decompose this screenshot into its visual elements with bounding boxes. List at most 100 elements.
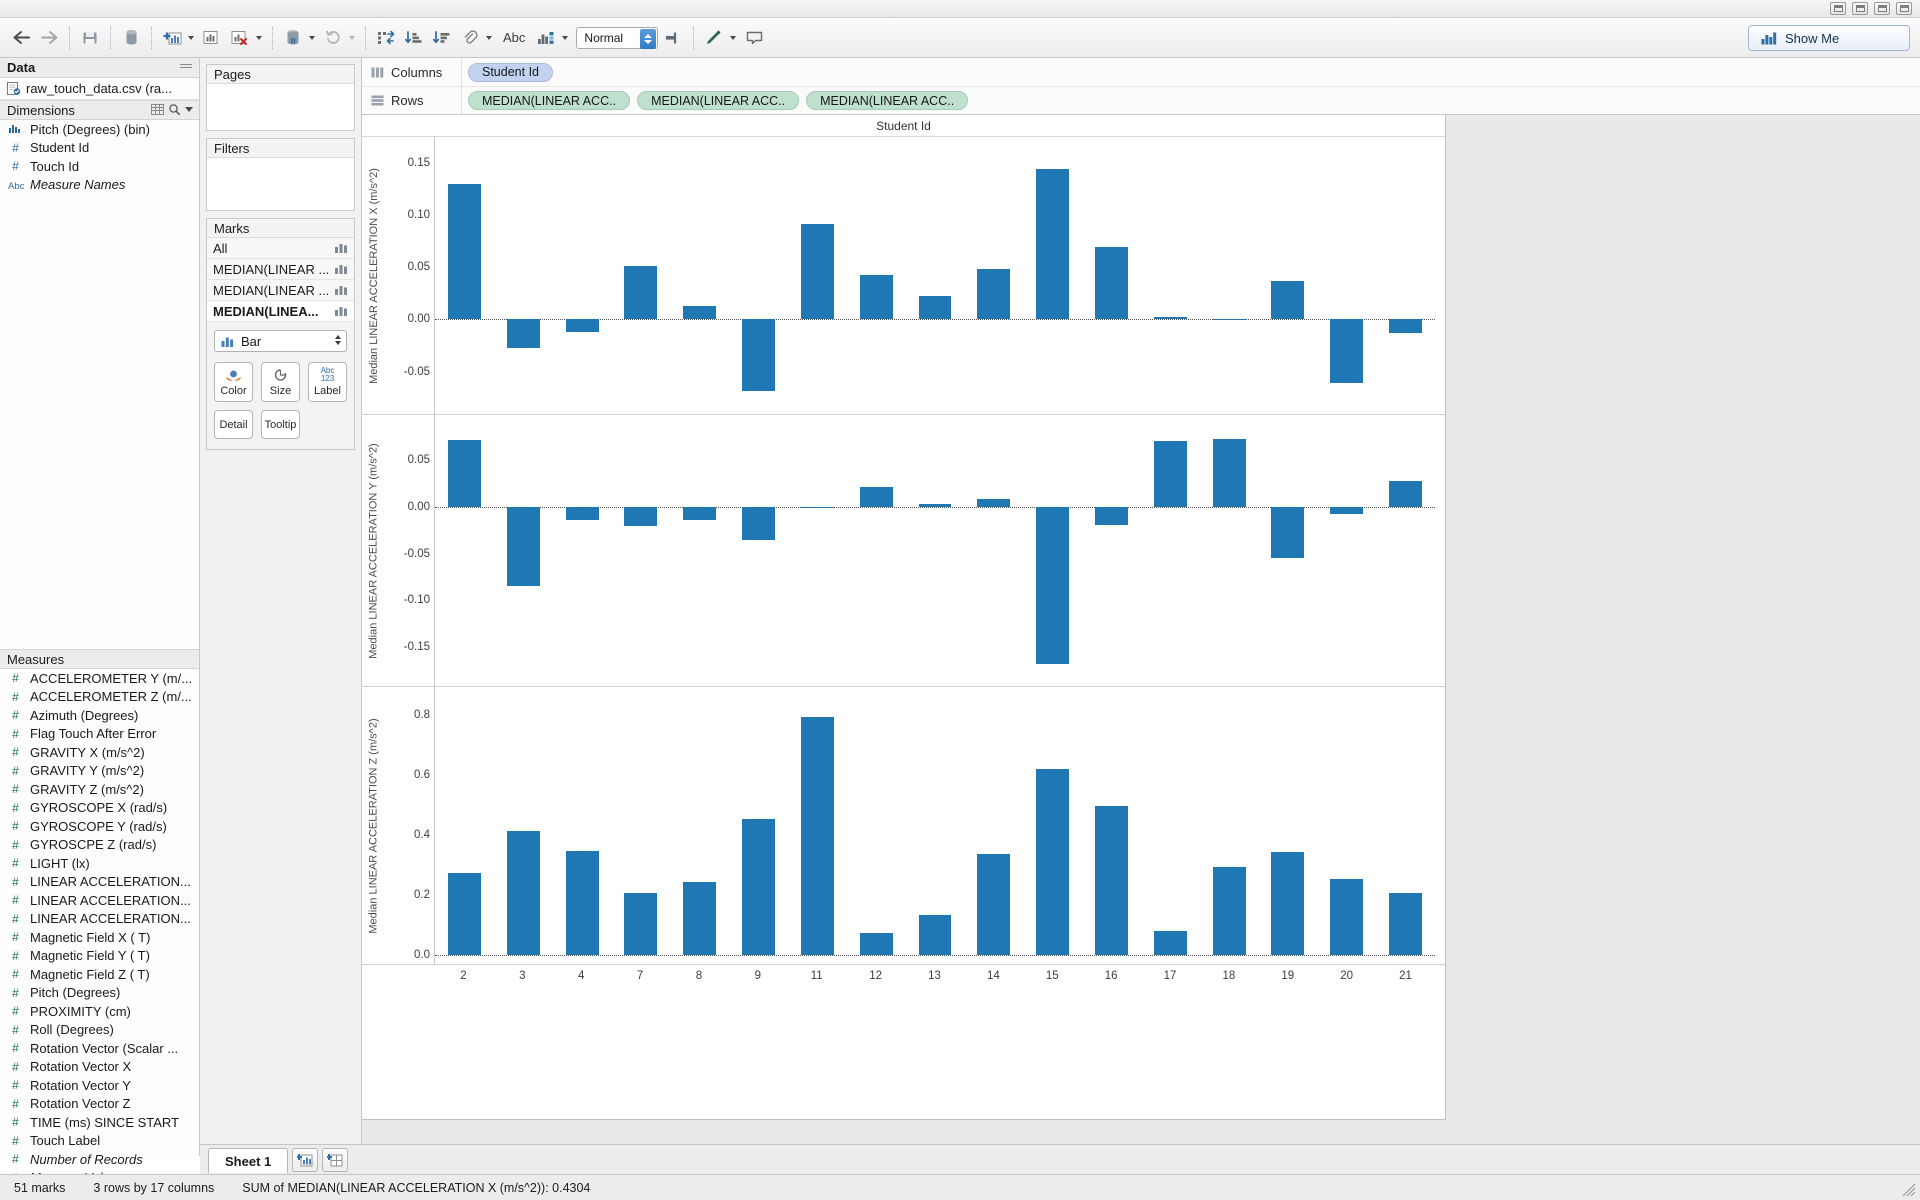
- bar-mark[interactable]: [1154, 441, 1187, 507]
- bar-mark[interactable]: [1036, 169, 1069, 319]
- visualization-canvas[interactable]: Student Id Median LINEAR ACCELERATION X …: [362, 115, 1446, 1120]
- measure-item[interactable]: #GYROSCPE Z (rad/s): [0, 836, 199, 855]
- dimension-item[interactable]: #Student Id: [0, 139, 199, 158]
- bar-mark[interactable]: [1271, 507, 1304, 557]
- measure-item[interactable]: #Rotation Vector X: [0, 1058, 199, 1077]
- size-button[interactable]: Size: [261, 362, 300, 402]
- new-worksheet-button[interactable]: [292, 1148, 318, 1172]
- highlight-icon[interactable]: [701, 25, 727, 51]
- fit-select[interactable]: Normal: [576, 27, 658, 49]
- clear-sheet-dropdown-icon[interactable]: [256, 36, 262, 40]
- new-dashboard-button[interactable]: [322, 1148, 348, 1172]
- measure-item[interactable]: #PROXIMITY (cm): [0, 1002, 199, 1021]
- bar-mark[interactable]: [566, 319, 599, 332]
- measure-item[interactable]: #Touch Label: [0, 1132, 199, 1151]
- bar-mark[interactable]: [448, 873, 481, 956]
- bar-mark[interactable]: [1036, 769, 1069, 955]
- rows-pill[interactable]: MEDIAN(LINEAR ACC..: [637, 91, 799, 110]
- measure-item[interactable]: #Rotation Vector (Scalar ...: [0, 1039, 199, 1058]
- dimension-item[interactable]: Pitch (Degrees) (bin): [0, 120, 199, 139]
- restore-icon[interactable]: [1830, 2, 1846, 15]
- sort-descending-icon[interactable]: [429, 25, 455, 51]
- bar-mark[interactable]: [683, 306, 716, 320]
- measure-item[interactable]: #GYROSCOPE X (rad/s): [0, 799, 199, 818]
- show-cards-icon[interactable]: [741, 25, 767, 51]
- duplicate-sheet-icon[interactable]: [199, 25, 225, 51]
- marks-row[interactable]: MEDIAN(LINEAR ...: [207, 280, 354, 301]
- measure-item[interactable]: #GYROSCOPE Y (rad/s): [0, 817, 199, 836]
- measure-item[interactable]: #Magnetic Field X ( T): [0, 928, 199, 947]
- bar-mark[interactable]: [1389, 481, 1422, 507]
- marks-row[interactable]: All: [207, 238, 354, 259]
- bar-mark[interactable]: [1271, 852, 1304, 955]
- bar-mark[interactable]: [1095, 507, 1128, 525]
- presentation-mode-icon[interactable]: [533, 25, 559, 51]
- detail-button[interactable]: Detail: [214, 410, 253, 439]
- rows-pill[interactable]: MEDIAN(LINEAR ACC..: [806, 91, 968, 110]
- bar-mark[interactable]: [977, 499, 1010, 507]
- pause-updates-dropdown-icon[interactable]: [309, 36, 315, 40]
- tooltip-button[interactable]: Tooltip: [261, 410, 300, 439]
- new-worksheet-icon[interactable]: [159, 25, 185, 51]
- bar-mark[interactable]: [860, 487, 893, 508]
- measure-item[interactable]: #LINEAR ACCELERATION...: [0, 910, 199, 929]
- measure-item[interactable]: #GRAVITY Z (m/s^2): [0, 780, 199, 799]
- forward-arrow-icon[interactable]: [36, 25, 62, 51]
- rows-pill[interactable]: MEDIAN(LINEAR ACC..: [468, 91, 630, 110]
- bar-mark[interactable]: [1271, 281, 1304, 320]
- measure-item[interactable]: #Magnetic Field Z ( T): [0, 965, 199, 984]
- bar-mark[interactable]: [448, 440, 481, 507]
- bar-mark[interactable]: [742, 507, 775, 540]
- bar-mark[interactable]: [507, 507, 540, 586]
- datasource-item[interactable]: raw_touch_data.csv (ra...: [0, 78, 199, 100]
- minimize-icon[interactable]: [1852, 2, 1868, 15]
- measure-item[interactable]: #Flag Touch After Error: [0, 725, 199, 744]
- columns-pill[interactable]: Student Id: [468, 63, 553, 82]
- show-mark-labels-button[interactable]: Abc: [497, 30, 531, 45]
- bar-mark[interactable]: [1389, 893, 1422, 955]
- measure-item[interactable]: #TIME (ms) SINCE START: [0, 1113, 199, 1132]
- connect-data-icon[interactable]: [118, 25, 144, 51]
- measure-item[interactable]: #Rotation Vector Y: [0, 1076, 199, 1095]
- bar-mark[interactable]: [801, 507, 834, 508]
- bar-mark[interactable]: [919, 296, 952, 319]
- refresh-dropdown-icon[interactable]: [349, 36, 355, 40]
- measure-item[interactable]: #LINEAR ACCELERATION...: [0, 891, 199, 910]
- bar-mark[interactable]: [566, 851, 599, 955]
- bar-mark[interactable]: [683, 882, 716, 956]
- bar-mark[interactable]: [1095, 247, 1128, 319]
- new-worksheet-dropdown-icon[interactable]: [188, 36, 194, 40]
- pages-dropzone[interactable]: [207, 84, 354, 130]
- swap-rows-cols-icon[interactable]: [373, 25, 399, 51]
- plot-area[interactable]: [434, 137, 1435, 414]
- rows-dropzone[interactable]: MEDIAN(LINEAR ACC.. MEDIAN(LINEAR ACC.. ME…: [462, 87, 1920, 114]
- fit-select-spinner-icon[interactable]: [640, 29, 656, 49]
- bar-mark[interactable]: [977, 269, 1010, 319]
- bar-mark[interactable]: [1213, 319, 1246, 320]
- bar-mark[interactable]: [683, 507, 716, 520]
- bar-mark[interactable]: [507, 831, 540, 955]
- bar-mark[interactable]: [1213, 439, 1246, 507]
- bar-mark[interactable]: [1330, 507, 1363, 514]
- measure-item[interactable]: #LINEAR ACCELERATION...: [0, 873, 199, 892]
- dimension-item[interactable]: #Touch Id: [0, 157, 199, 176]
- columns-dropzone[interactable]: Student Id: [462, 58, 1920, 86]
- color-button[interactable]: Color: [214, 362, 253, 402]
- measure-item[interactable]: #LIGHT (lx): [0, 854, 199, 873]
- sort-ascending-icon[interactable]: [401, 25, 427, 51]
- resize-grip-icon[interactable]: [1902, 1183, 1916, 1197]
- measure-item[interactable]: #GRAVITY Y (m/s^2): [0, 762, 199, 781]
- plot-area[interactable]: [434, 687, 1435, 964]
- group-members-dropdown-icon[interactable]: [486, 36, 492, 40]
- clear-sheet-icon[interactable]: [227, 25, 253, 51]
- back-arrow-icon[interactable]: [8, 25, 34, 51]
- group-members-icon[interactable]: [457, 25, 483, 51]
- bar-mark[interactable]: [1095, 806, 1128, 955]
- close-icon[interactable]: [1896, 2, 1912, 15]
- bar-mark[interactable]: [1389, 319, 1422, 333]
- bar-mark[interactable]: [624, 507, 657, 526]
- plot-area[interactable]: [434, 415, 1435, 686]
- bar-mark[interactable]: [801, 224, 834, 319]
- bar-mark[interactable]: [801, 717, 834, 955]
- measure-item[interactable]: #ACCELEROMETER Z (m/...: [0, 688, 199, 707]
